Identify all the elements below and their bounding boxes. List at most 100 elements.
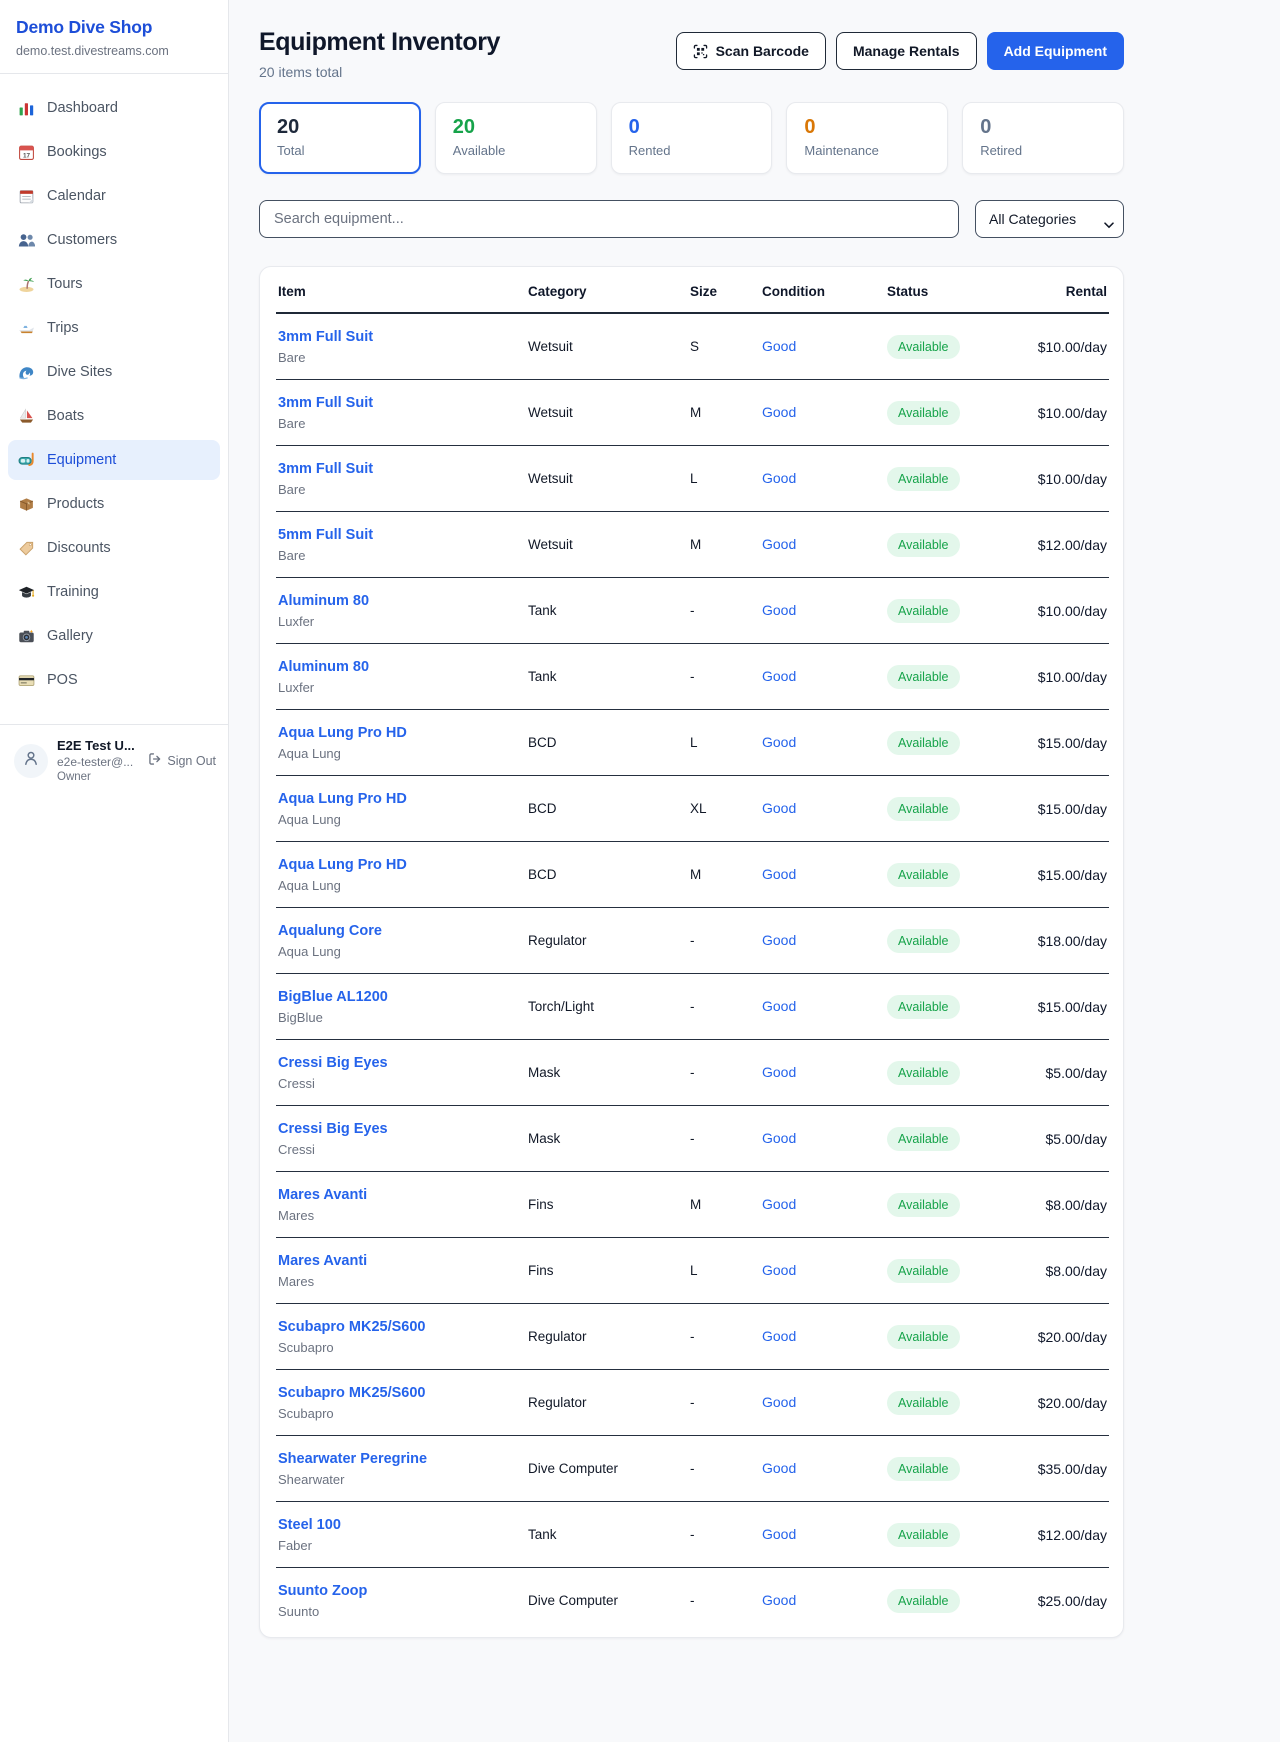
status-cell: Available	[885, 1436, 1007, 1502]
item-link[interactable]: 3mm Full Suit	[278, 329, 373, 345]
condition-link[interactable]: Good	[762, 1328, 796, 1344]
sidebar-item-calendar[interactable]: Calendar	[8, 176, 220, 216]
item-brand: Aqua Lung	[278, 944, 518, 959]
condition-link[interactable]: Good	[762, 1064, 796, 1080]
stat-card-maintenance[interactable]: 0Maintenance	[786, 102, 948, 174]
table-row[interactable]: 3mm Full SuitBareWetsuitSGoodAvailable$1…	[276, 313, 1109, 380]
table-row[interactable]: Aqua Lung Pro HDAqua LungBCDMGoodAvailab…	[276, 842, 1109, 908]
table-row[interactable]: 5mm Full SuitBareWetsuitMGoodAvailable$1…	[276, 512, 1109, 578]
condition-link[interactable]: Good	[762, 536, 796, 552]
item-link[interactable]: Cressi Big Eyes	[278, 1055, 388, 1071]
table-row[interactable]: Aluminum 80LuxferTank-GoodAvailable$10.0…	[276, 644, 1109, 710]
item-brand: Faber	[278, 1538, 518, 1553]
condition-link[interactable]: Good	[762, 1460, 796, 1476]
table-row[interactable]: Scubapro MK25/S600ScubaproRegulator-Good…	[276, 1370, 1109, 1436]
condition-link[interactable]: Good	[762, 338, 796, 354]
table-row[interactable]: Steel 100FaberTank-GoodAvailable$12.00/d…	[276, 1502, 1109, 1568]
condition-link[interactable]: Good	[762, 932, 796, 948]
sidebar-item-customers[interactable]: Customers	[8, 220, 220, 260]
table-row[interactable]: Aluminum 80LuxferTank-GoodAvailable$10.0…	[276, 578, 1109, 644]
sidebar-item-tours[interactable]: Tours	[8, 264, 220, 304]
category-select[interactable]: All Categories	[975, 200, 1124, 238]
item-link[interactable]: Steel 100	[278, 1517, 341, 1533]
sidebar-item-dashboard[interactable]: Dashboard	[8, 88, 220, 128]
condition-link[interactable]: Good	[762, 1592, 796, 1608]
item-link[interactable]: Aqua Lung Pro HD	[278, 791, 407, 807]
table-row[interactable]: 3mm Full SuitBareWetsuitMGoodAvailable$1…	[276, 380, 1109, 446]
sidebar-item-dive-sites[interactable]: Dive Sites	[8, 352, 220, 392]
condition-link[interactable]: Good	[762, 866, 796, 882]
item-link[interactable]: Scubapro MK25/S600	[278, 1385, 425, 1401]
size-cell: -	[688, 1436, 760, 1502]
table-row[interactable]: Aqualung CoreAqua LungRegulator-GoodAvai…	[276, 908, 1109, 974]
condition-link[interactable]: Good	[762, 1130, 796, 1146]
item-link[interactable]: 3mm Full Suit	[278, 461, 373, 477]
shop-name[interactable]: Demo Dive Shop	[16, 17, 212, 38]
sidebar-item-boats[interactable]: Boats	[8, 396, 220, 436]
condition-link[interactable]: Good	[762, 1262, 796, 1278]
item-link[interactable]: Scubapro MK25/S600	[278, 1319, 425, 1335]
stat-card-rented[interactable]: 0Rented	[611, 102, 773, 174]
sidebar-item-bookings[interactable]: 17Bookings	[8, 132, 220, 172]
sidebar-item-training[interactable]: Training	[8, 572, 220, 612]
condition-link[interactable]: Good	[762, 1526, 796, 1542]
item-link[interactable]: Mares Avanti	[278, 1253, 367, 1269]
table-row[interactable]: 3mm Full SuitBareWetsuitLGoodAvailable$1…	[276, 446, 1109, 512]
condition-link[interactable]: Good	[762, 404, 796, 420]
sidebar-item-gallery[interactable]: Gallery	[8, 616, 220, 656]
sidebar-item-products[interactable]: Products	[8, 484, 220, 524]
table-row[interactable]: BigBlue AL1200BigBlueTorch/Light-GoodAva…	[276, 974, 1109, 1040]
item-link[interactable]: Cressi Big Eyes	[278, 1121, 388, 1137]
table-row[interactable]: Mares AvantiMaresFinsLGoodAvailable$8.00…	[276, 1238, 1109, 1304]
condition-link[interactable]: Good	[762, 470, 796, 486]
table-row[interactable]: Mares AvantiMaresFinsMGoodAvailable$8.00…	[276, 1172, 1109, 1238]
item-link[interactable]: Aqua Lung Pro HD	[278, 857, 407, 873]
table-row[interactable]: Aqua Lung Pro HDAqua LungBCDLGoodAvailab…	[276, 710, 1109, 776]
scan-barcode-button[interactable]: Scan Barcode	[676, 32, 826, 70]
item-link[interactable]: BigBlue AL1200	[278, 989, 388, 1005]
item-link[interactable]: Aqua Lung Pro HD	[278, 725, 407, 741]
sidebar-item-discounts[interactable]: Discounts	[8, 528, 220, 568]
table-row[interactable]: Scubapro MK25/S600ScubaproRegulator-Good…	[276, 1304, 1109, 1370]
table-row[interactable]: Suunto ZoopSuuntoDive Computer-GoodAvail…	[276, 1568, 1109, 1634]
stat-card-retired[interactable]: 0Retired	[962, 102, 1124, 174]
item-link[interactable]: Shearwater Peregrine	[278, 1451, 427, 1467]
stat-label: Available	[453, 143, 579, 158]
sidebar-item-pos[interactable]: POS	[8, 660, 220, 700]
table-row[interactable]: Cressi Big EyesCressiMask-GoodAvailable$…	[276, 1106, 1109, 1172]
condition-link[interactable]: Good	[762, 602, 796, 618]
sidebar-item-trips[interactable]: Trips	[8, 308, 220, 348]
stat-card-total[interactable]: 20Total	[259, 102, 421, 174]
rental-cell: $5.00/day	[1007, 1040, 1109, 1106]
item-link[interactable]: 3mm Full Suit	[278, 395, 373, 411]
item-link[interactable]: 5mm Full Suit	[278, 527, 373, 543]
item-link[interactable]: Aluminum 80	[278, 593, 369, 609]
condition-link[interactable]: Good	[762, 1196, 796, 1212]
item-cell: Aluminum 80Luxfer	[276, 644, 526, 710]
table-row[interactable]: Cressi Big EyesCressiMask-GoodAvailable$…	[276, 1040, 1109, 1106]
item-link[interactable]: Aqualung Core	[278, 923, 382, 939]
status-cell: Available	[885, 1568, 1007, 1634]
condition-link[interactable]: Good	[762, 800, 796, 816]
main-content: Equipment Inventory 20 items total Scan …	[229, 0, 1124, 1662]
item-brand: Mares	[278, 1208, 518, 1223]
stat-card-available[interactable]: 20Available	[435, 102, 597, 174]
condition-link[interactable]: Good	[762, 668, 796, 684]
condition-link[interactable]: Good	[762, 734, 796, 750]
condition-link[interactable]: Good	[762, 1394, 796, 1410]
item-link[interactable]: Suunto Zoop	[278, 1583, 367, 1599]
item-link[interactable]: Mares Avanti	[278, 1187, 367, 1203]
add-equipment-button[interactable]: Add Equipment	[987, 32, 1124, 70]
condition-link[interactable]: Good	[762, 998, 796, 1014]
page-title: Equipment Inventory	[259, 28, 500, 57]
table-row[interactable]: Aqua Lung Pro HDAqua LungBCDXLGoodAvaila…	[276, 776, 1109, 842]
item-link[interactable]: Aluminum 80	[278, 659, 369, 675]
condition-cell: Good	[760, 644, 885, 710]
item-cell: Aqua Lung Pro HDAqua Lung	[276, 776, 526, 842]
search-input[interactable]	[259, 200, 959, 238]
table-row[interactable]: Shearwater PeregrineShearwaterDive Compu…	[276, 1436, 1109, 1502]
sign-out-button[interactable]: Sign Out	[148, 752, 216, 769]
sidebar-item-label: Discounts	[47, 540, 111, 556]
sidebar-item-equipment[interactable]: Equipment	[8, 440, 220, 480]
manage-rentals-button[interactable]: Manage Rentals	[836, 32, 977, 70]
